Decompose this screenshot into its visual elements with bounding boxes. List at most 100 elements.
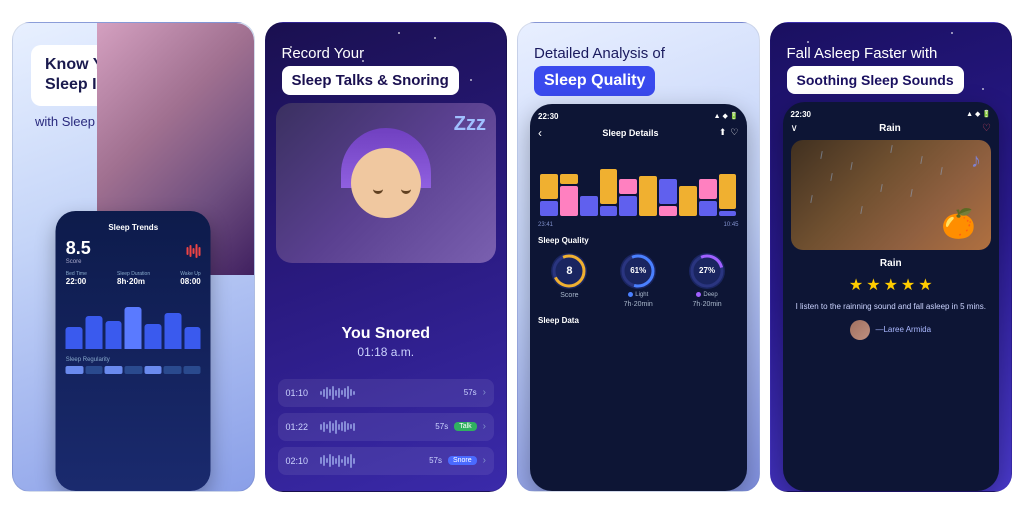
record-title: Record Your [282,45,491,62]
status-icons-3: ▲ ◆ 🔋 [714,112,739,121]
back-button-3[interactable]: ‹ [538,126,542,140]
light-val: 61% [630,266,646,275]
rec-time-3: 02:10 [286,456,314,466]
heart-icon[interactable]: ♡ [982,123,991,134]
phone-screen-4: 22:30 ▲ ◆ 🔋 ∨ Rain ♡ [783,102,1000,491]
avatar-eyes [373,188,411,194]
record-top-text: Record Your Sleep Talks & Snoring [266,23,507,103]
rec-time-2: 01:22 [286,422,314,432]
star-2: ★ [866,275,880,295]
analysis-top-text: Detailed Analysis of Sleep Quality [518,23,759,104]
rating-stars: ★ ★ ★ ★ ★ [791,275,992,295]
avatar-background: Zzz [276,103,497,263]
analysis-subtitle: Sleep Quality [544,72,645,90]
chart-start-time: 23:41 [538,222,553,228]
screen-title-3: Sleep Details [602,128,658,138]
reviewer-avatar [850,320,870,340]
card-4-content: Fall Asleep Faster with Soothing Sleep S… [771,23,1012,491]
fall-title: Fall Asleep Faster with [787,45,996,62]
card-sounds: Fall Asleep Faster with Soothing Sleep S… [770,22,1013,492]
bar-4 [125,307,142,348]
score-circle: 8 Score [538,253,601,308]
recording-item-1[interactable]: 01:10 57s [278,379,495,407]
deep-label: Deep [703,292,717,298]
record-subtitle-box: Sleep Talks & Snoring [282,66,459,95]
bar-2 [85,316,102,349]
rec-duration-2: 57s [435,422,448,431]
bar-6 [164,313,181,349]
card-sleep-insight: Know Your Sleep Insight with Sleep Monit… [12,22,255,492]
screen-title-1: Sleep Trends [66,223,201,232]
regularity-section: Sleep Regularity [66,357,201,374]
music-note-icon: ♪ [971,150,981,173]
fall-subtitle-box: Soothing Sleep Sounds [787,66,964,94]
bar-7 [184,327,201,349]
card-2-content: Record Your Sleep Talks & Snoring [266,23,507,491]
bar-1 [66,327,83,349]
deep-time: 7h·20min [692,301,721,308]
chart-time-labels: 23:41 10:45 [538,222,739,228]
talk-badge: Talk [454,422,476,431]
score-ring: 8 [551,253,587,289]
phone-screen-1: Sleep Trends 8.5 Score [56,211,211,491]
deep-val: 27% [699,266,715,275]
zzz-indicator: Zzz [454,113,486,136]
rec-duration-3: 57s [429,456,442,465]
rec-arrow-2: › [483,421,486,432]
analysis-title: Detailed Analysis of [534,45,743,62]
reviewer-row: —Laree Armida [791,320,992,340]
sleep-chart-3 [538,146,739,216]
share-icon[interactable]: ⬆ [719,127,727,138]
recording-item-2[interactable]: 01:22 57s [278,413,495,441]
phone-3-action-icons: ⬆ ♡ [719,127,739,138]
time-info-row: Bed Time 22:00 Sleep Duration 8h·20m Wak… [66,271,201,286]
star-1: ★ [849,275,863,295]
phone-3-header: ‹ Sleep Details ⬆ ♡ [538,126,739,140]
light-label: Light [635,292,648,298]
status-icons-4: ▲ ◆ 🔋 [966,110,991,119]
recording-item-3[interactable]: 02:10 57s [278,447,495,475]
star-4: ★ [901,275,915,295]
sound-name-display: Rain [791,258,992,269]
fruit-emoji: 🍊 [941,207,976,240]
avatar-section: Zzz You Snored 01:18 a.m. [276,103,497,369]
star-5: ★ [918,275,932,295]
bookmark-icon[interactable]: ♡ [730,127,738,138]
avatar-eye-right [401,188,411,194]
deep-circle: 27% Deep 7h·20min [676,253,739,308]
rec-arrow-3: › [483,455,486,466]
fall-top-text: Fall Asleep Faster with Soothing Sleep S… [771,23,1012,102]
rec-arrow-1: › [483,387,486,398]
score-val: 8 [566,265,572,277]
bed-time-item: Bed Time 22:00 [66,271,87,286]
snored-label: You Snored 01:18 a.m. [341,325,430,359]
light-time: 7h·20min [624,301,653,308]
testimonial-text: I listen to the rainning sound and fall … [791,301,992,312]
snored-time: 01:18 a.m. [341,345,430,359]
main-container: Know Your Sleep Insight with Sleep Monit… [0,0,1024,513]
wave-mini [91,241,201,261]
card-recording: Record Your Sleep Talks & Snoring [265,22,508,492]
snored-text: You Snored [341,325,430,343]
light-circle: 61% Light 7h·20min [607,253,670,308]
phone-4-status-bar: 22:30 ▲ ◆ 🔋 [791,110,992,119]
star-3: ★ [884,275,898,295]
score-number: 8.5 Score [66,238,91,265]
avatar-head [351,148,421,218]
sleep-score-row: 8.5 Score [66,238,201,265]
phone-3-status-bar: 22:30 ▲ ◆ 🔋 [538,112,739,121]
rec-duration-1: 57s [464,388,477,397]
rain-sound-image: 🍊 ♪ [791,140,992,250]
recordings-list: 01:10 57s [266,369,507,491]
phone-4-header: ∨ Rain ♡ [791,123,992,134]
quality-circles: 8 Score 61% Light [538,253,739,308]
avatar-figure [341,128,431,238]
bar-5 [145,324,162,349]
status-time-3: 22:30 [538,112,558,121]
rec-wave-2 [320,418,430,436]
avatar-eye-left [373,188,383,194]
sound-name-title: Rain [879,123,901,134]
fall-subtitle: Soothing Sleep Sounds [797,72,954,88]
card-analysis: Detailed Analysis of Sleep Quality 22:30… [517,22,760,492]
chevron-down-icon[interactable]: ∨ [791,123,798,134]
